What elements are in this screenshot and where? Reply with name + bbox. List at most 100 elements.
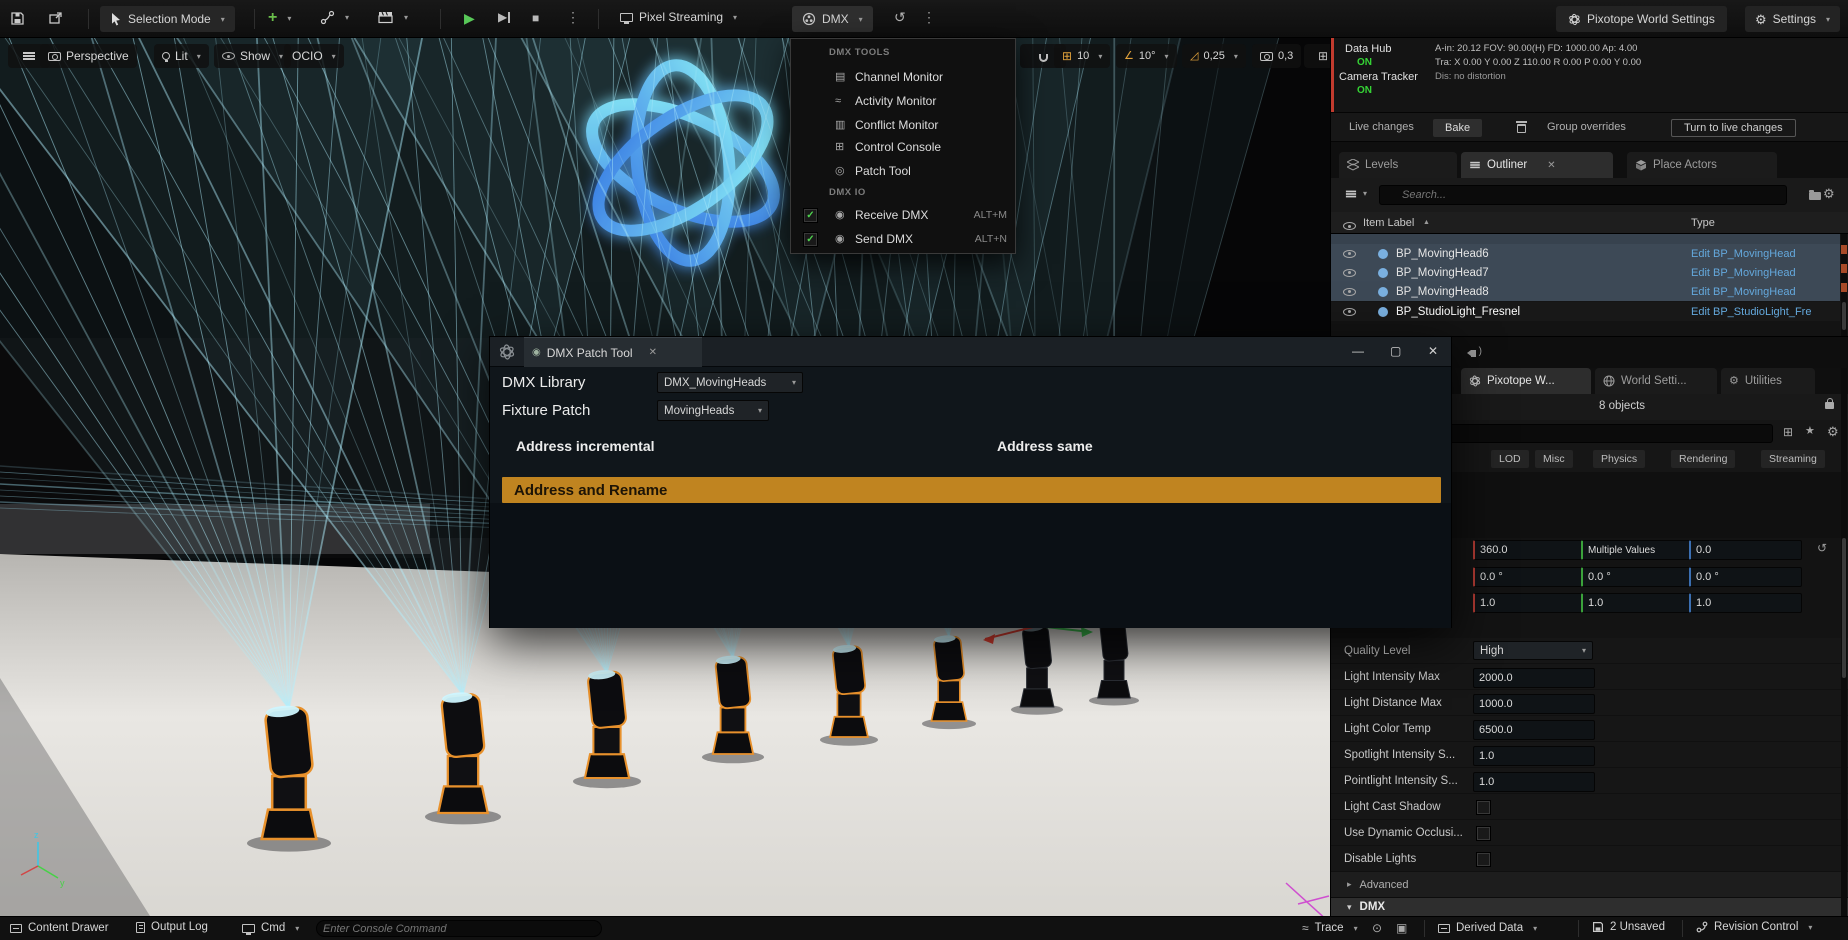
patch-window-tab[interactable]: ◉ DMX Patch Tool ✕ [524,337,702,367]
maximize-window-icon[interactable]: ▢ [1390,345,1401,357]
type-column[interactable]: Type [1691,217,1715,229]
light-intensity-max-field[interactable]: 2000.0 [1473,668,1595,688]
details-settings-icon[interactable]: ⚙ [1827,425,1839,438]
favorites-icon[interactable]: ★ [1805,426,1815,437]
insights-icon[interactable]: ⊙ [1372,922,1382,934]
tab-place-actors[interactable]: Place Actors [1627,152,1777,178]
fixture-patch-dropdown[interactable]: MovingHeads▾ [657,400,769,421]
menu-item-receive-dmx[interactable]: ✓ ◉ Receive DMX ALT+M [791,203,1017,226]
row-type-link[interactable]: Edit BP_MovingHead [1691,267,1796,279]
tab-levels[interactable]: Levels [1339,152,1457,178]
disable-lights-checkbox[interactable] [1476,852,1491,867]
output-log-button[interactable]: Output Log [136,921,208,933]
settings-button[interactable]: ⚙ Settings ▾ [1745,6,1840,32]
add-actor-button[interactable]: +▾ [268,8,291,28]
tab-outliner[interactable]: Outliner ✕ [1461,152,1613,178]
light-distance-max-field[interactable]: 1000.0 [1473,694,1595,714]
content-drawer-button[interactable]: Content Drawer [10,922,109,934]
tab-world-settings[interactable]: World Setti... [1595,368,1717,394]
scale-x-field[interactable]: 1.0 [1473,593,1586,613]
rotation-z-field[interactable]: 0.0 [1689,540,1802,560]
rotation-snap-button[interactable]: ∠10°▾ [1116,44,1177,68]
patch-window-titlebar[interactable]: ◉ DMX Patch Tool ✕ — ▢ ✕ [490,337,1451,367]
eye-icon[interactable] [1343,288,1356,296]
grid-snap-button[interactable]: ⊞10▾ [1054,44,1110,68]
outliner-filter-button[interactable]: ▾ [1345,189,1367,198]
quality-level-dropdown[interactable]: High▾ [1473,641,1593,660]
filter-tab-misc[interactable]: Misc [1535,450,1573,468]
scale-z-field[interactable]: 1.0 [1689,593,1802,613]
close-tab-icon[interactable]: ✕ [1547,160,1555,171]
show-flags-button[interactable]: Show▾ [214,44,291,68]
table-row-movinghead6[interactable]: BP_MovingHead6 Edit BP_MovingHead [1331,244,1840,263]
address-incremental-button[interactable]: Address incremental [516,438,655,454]
table-row-partial[interactable] [1331,234,1840,244]
menu-item-patch-tool[interactable]: ◎Patch Tool [791,159,1017,182]
dmx-library-dropdown[interactable]: DMX_MovingHeads▾ [657,372,803,393]
rotation-y-field[interactable]: Multiple Values [1581,540,1694,560]
tab-utilities[interactable]: ⚙ Utilities [1721,368,1815,394]
rotation-x-field[interactable]: 360.0 [1473,540,1586,560]
play-button[interactable]: ▶ [464,11,475,25]
visibility-column-icon[interactable] [1343,222,1356,230]
ocio-button[interactable]: OCIO▾ [284,44,344,68]
menu-item-conflict-monitor[interactable]: ▥Conflict Monitor [791,113,1017,136]
derived-data-button[interactable]: Derived Data▾ [1438,922,1537,934]
angle-x-field[interactable]: 0.0 ° [1473,567,1586,587]
advanced-expander[interactable]: ▸ Advanced [1331,872,1848,898]
console-command-input[interactable] [316,920,602,937]
cinematics-button[interactable]: ▾ [378,10,408,24]
scale-y-field[interactable]: 1.0 [1581,593,1694,613]
close-window-icon[interactable]: ✕ [1428,345,1438,357]
display-mode-icon[interactable]: ⊞ [1783,426,1793,438]
light-cast-shadow-checkbox[interactable] [1476,800,1491,815]
filter-tab-streaming[interactable]: Streaming [1761,450,1825,468]
receive-dmx-checkbox[interactable]: ✓ [803,208,818,223]
filter-tab-rendering[interactable]: Rendering [1671,450,1735,468]
close-tab-icon[interactable]: ✕ [649,347,657,358]
menu-item-channel-monitor[interactable]: ▤Channel Monitor [791,65,1017,88]
angle-y-field[interactable]: 0.0 ° [1581,567,1694,587]
eye-icon[interactable] [1343,269,1356,277]
filter-tab-lod[interactable]: LOD [1491,450,1529,468]
lit-mode-button[interactable]: Lit▾ [154,44,209,68]
row-type-link[interactable]: Edit BP_StudioLight_Fre [1691,306,1811,318]
outliner-scrollbar[interactable] [1841,234,1847,336]
address-and-rename-button[interactable]: Address and Rename [502,477,1441,503]
save-all-icon[interactable] [10,11,25,26]
menu-item-activity-monitor[interactable]: ≈Activity Monitor [791,89,1017,112]
notification-speaker-icon[interactable] [1471,350,1476,357]
table-row-studiolight[interactable]: BP_StudioLight_Fresnel Edit BP_StudioLig… [1331,302,1840,321]
camera-speed-button[interactable]: 0,3 [1252,44,1301,68]
menu-item-control-console[interactable]: ⊞Control Console [791,135,1017,158]
table-row-movinghead8[interactable]: BP_MovingHead8 Edit BP_MovingHead [1331,282,1840,301]
unsaved-button[interactable]: 2 Unsaved [1592,921,1665,933]
bake-button[interactable]: Bake [1433,119,1482,137]
dmx-toolbar-button[interactable]: DMX ▾ [792,6,873,32]
pointlight-intensity-field[interactable]: 1.0 [1473,772,1595,792]
outliner-search-input[interactable] [1379,185,1787,205]
dynamic-occlusion-checkbox[interactable] [1476,826,1491,841]
dmx-section-header[interactable]: ▾ DMX [1331,898,1848,916]
console-panel-icon[interactable]: ▣ [1396,922,1407,934]
row-type-link[interactable]: Edit BP_MovingHead [1691,286,1796,298]
address-same-button[interactable]: Address same [997,438,1093,454]
lock-icon[interactable] [1825,402,1834,409]
folder-icon[interactable] [1809,192,1821,200]
send-dmx-checkbox[interactable]: ✓ [803,232,818,247]
selection-mode-button[interactable]: Selection Mode ▾ [100,6,235,32]
cmd-button[interactable]: Cmd▾ [242,922,299,934]
table-row-movinghead7[interactable]: BP_MovingHead7 Edit BP_MovingHead [1331,263,1840,282]
patch-list-area[interactable] [490,503,1451,628]
details-scrollbar[interactable] [1841,368,1847,916]
pixotope-world-settings-button[interactable]: Pixotope World Settings [1556,6,1727,32]
toolbar-kebab-icon[interactable]: ⋮ [922,10,936,24]
turn-to-live-changes-button[interactable]: Turn to live changes [1671,119,1796,137]
reset-to-default-icon[interactable]: ↺ [1817,542,1827,554]
pixel-streaming-button[interactable]: Pixel Streaming ▾ [620,10,737,24]
minimize-window-icon[interactable]: — [1352,345,1364,357]
perspective-button[interactable]: Perspective [40,44,137,68]
filter-tab-physics[interactable]: Physics [1593,450,1645,468]
outliner-settings-icon[interactable]: ⚙ [1823,187,1835,200]
angle-z-field[interactable]: 0.0 ° [1689,567,1802,587]
